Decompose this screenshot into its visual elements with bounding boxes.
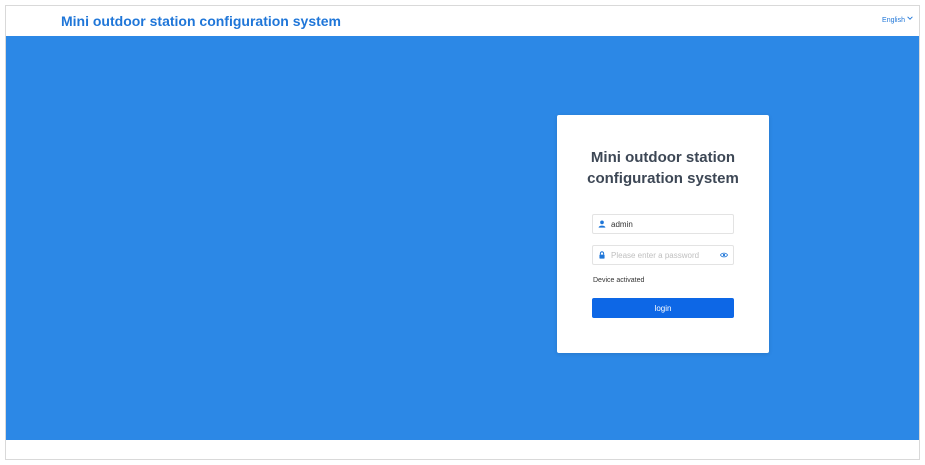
login-title: Mini outdoor station configuration syste… [557,147,769,189]
hero-banner [6,36,919,440]
app-frame: Mini outdoor station configuration syste… [5,5,920,460]
username-input[interactable] [611,219,728,229]
language-selector[interactable]: English [882,16,913,24]
chevron-down-icon [907,15,913,23]
language-label: English [882,16,905,24]
login-title-line2: configuration system [587,170,739,187]
device-status-text: Device activated [593,277,645,284]
password-field [592,245,734,265]
password-input[interactable] [611,250,715,260]
user-icon [598,220,606,228]
eye-icon[interactable] [720,251,728,259]
username-field [592,214,734,234]
top-header: Mini outdoor station configuration syste… [6,6,919,36]
lock-icon [598,251,606,259]
login-button[interactable]: login [592,298,734,318]
app-title: Mini outdoor station configuration syste… [61,13,341,29]
login-card: Mini outdoor station configuration syste… [557,115,769,353]
login-title-line1: Mini outdoor station [590,149,736,166]
